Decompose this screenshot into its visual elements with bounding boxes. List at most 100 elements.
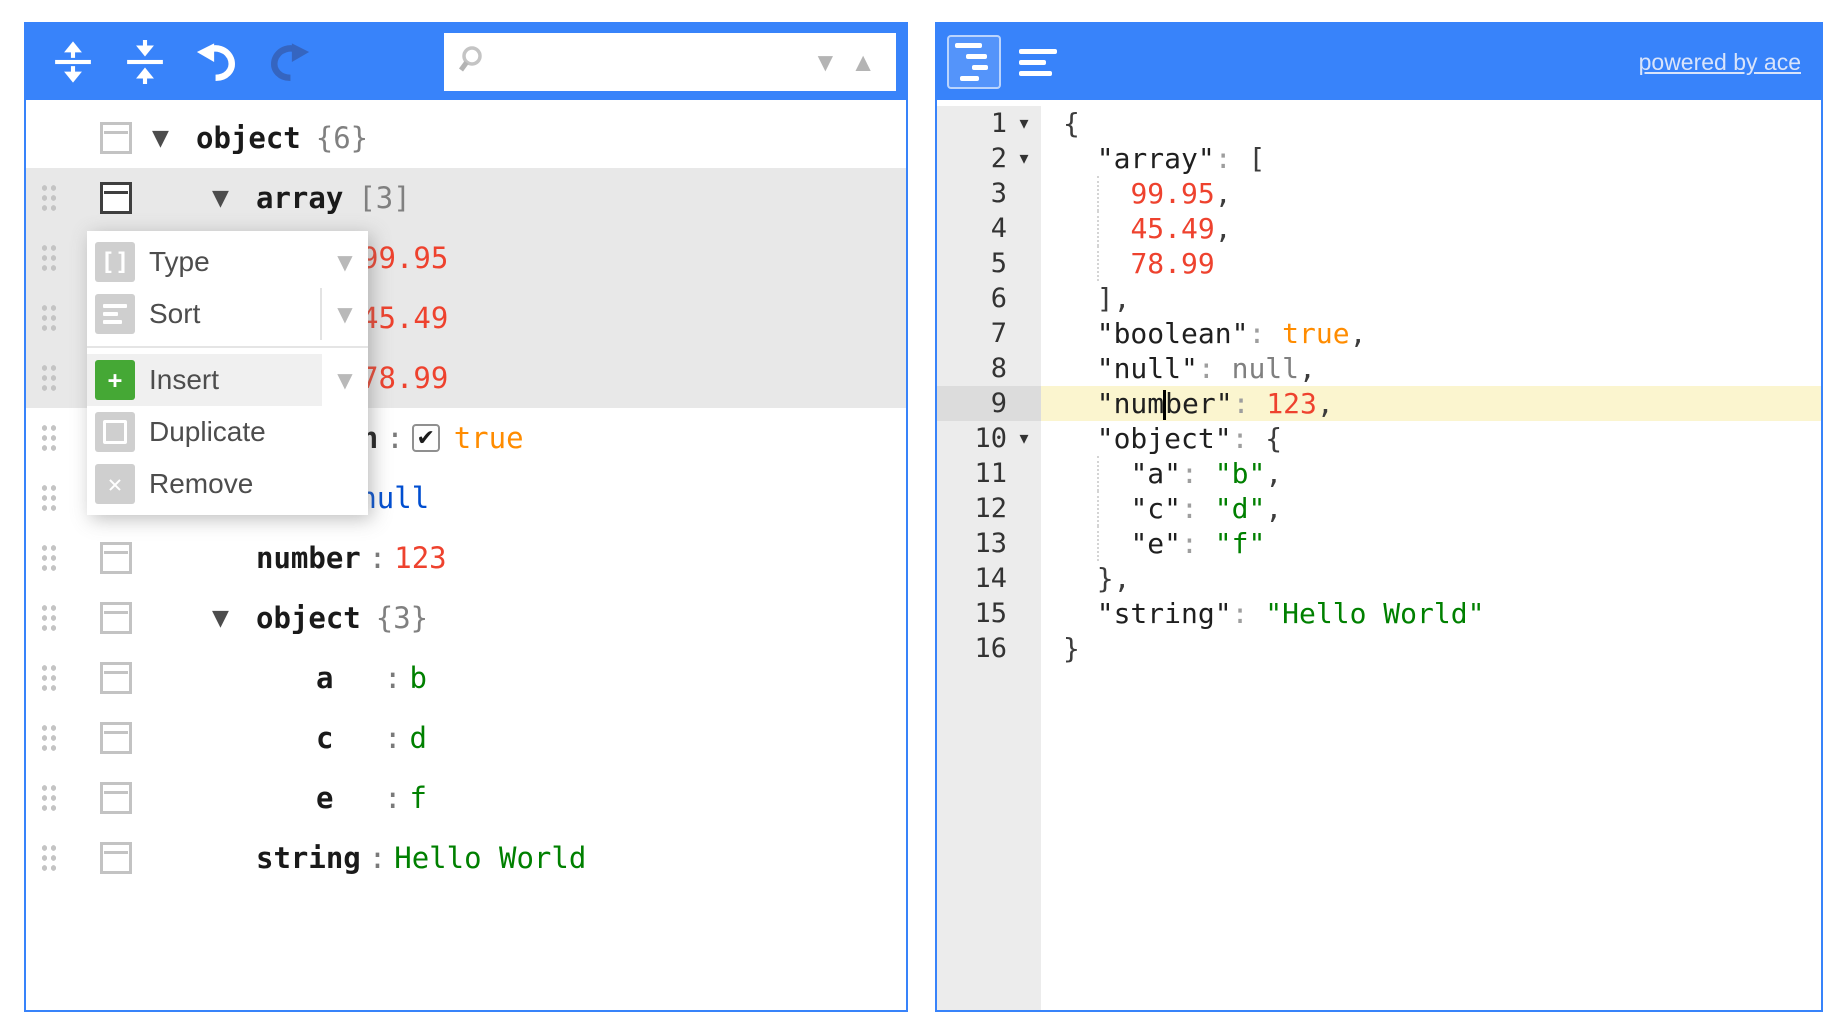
- code-line[interactable]: 4 45.49,: [937, 211, 1821, 246]
- code-line[interactable]: 1▾{: [937, 106, 1821, 141]
- gutter-cell[interactable]: 14: [937, 561, 1041, 596]
- tree-value[interactable]: 99.95: [361, 241, 448, 275]
- gutter-cell[interactable]: 16: [937, 631, 1041, 666]
- code-text[interactable]: ],: [1041, 281, 1821, 316]
- drag-handle-icon[interactable]: [40, 423, 58, 453]
- code-line[interactable]: 7 "boolean": true,: [937, 316, 1821, 351]
- code-text[interactable]: "null": null,: [1041, 351, 1821, 386]
- gutter-cell[interactable]: 13: [937, 526, 1041, 561]
- drag-handle-icon[interactable]: [40, 183, 58, 213]
- gutter-cell[interactable]: 7: [937, 316, 1041, 351]
- code-text[interactable]: "c": "d",: [1041, 491, 1821, 526]
- drag-handle-icon[interactable]: [40, 543, 58, 573]
- code-line[interactable]: 3 99.95,: [937, 176, 1821, 211]
- expand-triangle-icon[interactable]: ▼: [212, 186, 256, 211]
- node-menu-button[interactable]: [100, 542, 132, 574]
- gutter-cell[interactable]: 1▾: [937, 106, 1041, 141]
- code-line[interactable]: 9 "number": 123,: [937, 386, 1821, 421]
- drag-handle-icon[interactable]: [40, 603, 58, 633]
- code-text[interactable]: "number": 123,: [1041, 386, 1821, 421]
- tree-row[interactable]: ▼object{6}: [26, 108, 906, 168]
- code-line[interactable]: 2▾ "array": [: [937, 141, 1821, 176]
- tree-value[interactable]: d: [409, 721, 426, 755]
- fold-arrow-icon[interactable]: ▾: [1007, 106, 1041, 141]
- code-text[interactable]: "array": [: [1041, 141, 1821, 176]
- gutter-cell[interactable]: 12: [937, 491, 1041, 526]
- tree-row[interactable]: a:b: [26, 648, 906, 708]
- fold-arrow-icon[interactable]: ▾: [1007, 141, 1041, 176]
- drag-handle-icon[interactable]: [40, 363, 58, 393]
- tree-value[interactable]: f: [409, 781, 426, 815]
- node-menu-button[interactable]: [100, 182, 132, 214]
- gutter-cell[interactable]: 11: [937, 456, 1041, 491]
- code-text[interactable]: }: [1041, 631, 1821, 666]
- tree-value[interactable]: true: [454, 421, 524, 455]
- submenu-arrow-icon[interactable]: ▼: [322, 236, 368, 288]
- tree-value[interactable]: Hello World: [394, 841, 586, 875]
- context-menu-item-type[interactable]: []Type▼: [87, 236, 368, 288]
- code-line[interactable]: 12 "c": "d",: [937, 491, 1821, 526]
- gutter-cell[interactable]: 8: [937, 351, 1041, 386]
- tree-row[interactable]: e:f: [26, 768, 906, 828]
- tree-value[interactable]: b: [409, 661, 426, 695]
- code-text[interactable]: "boolean": true,: [1041, 316, 1821, 351]
- expand-triangle-icon[interactable]: ▼: [212, 606, 256, 631]
- undo-button[interactable]: [192, 37, 242, 87]
- code-line[interactable]: 16}: [937, 631, 1821, 666]
- gutter-cell[interactable]: 2▾: [937, 141, 1041, 176]
- format-button[interactable]: [947, 35, 1001, 89]
- tree-row[interactable]: number:123: [26, 528, 906, 588]
- context-menu-item-insert[interactable]: +Insert▼: [87, 354, 368, 406]
- node-menu-button[interactable]: [100, 602, 132, 634]
- code-line[interactable]: 14 },: [937, 561, 1821, 596]
- tree-row[interactable]: ▼object{3}: [26, 588, 906, 648]
- code-text[interactable]: "object": {: [1041, 421, 1821, 456]
- redo-button[interactable]: [264, 37, 314, 87]
- search-input[interactable]: [490, 39, 807, 85]
- tree-field[interactable]: string: [256, 841, 361, 875]
- drag-handle-icon[interactable]: [40, 843, 58, 873]
- tree-row[interactable]: ▼array[3]: [26, 168, 906, 228]
- search-previous-icon[interactable]: ▲: [844, 49, 882, 75]
- context-menu-item-remove[interactable]: ✕Remove: [87, 458, 368, 510]
- tree-field[interactable]: a: [316, 661, 376, 695]
- code-text[interactable]: },: [1041, 561, 1821, 596]
- code-text[interactable]: "a": "b",: [1041, 456, 1821, 491]
- submenu-arrow-icon[interactable]: ▼: [322, 354, 368, 406]
- drag-handle-icon[interactable]: [40, 783, 58, 813]
- code-line[interactable]: 13 "e": "f": [937, 526, 1821, 561]
- search-next-icon[interactable]: ▼: [807, 49, 845, 75]
- gutter-cell[interactable]: 10▾: [937, 421, 1041, 456]
- code-line[interactable]: 5 78.99: [937, 246, 1821, 281]
- expand-triangle-icon[interactable]: ▼: [152, 126, 196, 151]
- compact-button[interactable]: [1011, 35, 1065, 89]
- submenu-arrow-icon[interactable]: ▼: [320, 288, 368, 340]
- code-line[interactable]: 8 "null": null,: [937, 351, 1821, 386]
- gutter-cell[interactable]: 3: [937, 176, 1041, 211]
- tree-field[interactable]: object: [196, 121, 301, 155]
- code-text[interactable]: 45.49,: [1041, 211, 1821, 246]
- node-menu-button[interactable]: [100, 662, 132, 694]
- boolean-checkbox[interactable]: ✔: [412, 424, 440, 452]
- tree-field[interactable]: c: [316, 721, 376, 755]
- drag-handle-icon[interactable]: [40, 663, 58, 693]
- node-menu-button[interactable]: [100, 842, 132, 874]
- tree-value[interactable]: 45.49: [361, 301, 448, 335]
- collapse-all-button[interactable]: [120, 37, 170, 87]
- drag-handle-icon[interactable]: [40, 723, 58, 753]
- powered-by-ace-link[interactable]: powered by ace: [1639, 49, 1801, 76]
- ace-editor[interactable]: 1▾{2▾ "array": [3 99.95,4 45.49,5 78.996…: [937, 100, 1821, 1010]
- node-menu-button[interactable]: [100, 122, 132, 154]
- gutter-cell[interactable]: 6: [937, 281, 1041, 316]
- expand-all-button[interactable]: [48, 37, 98, 87]
- code-text[interactable]: "string": "Hello World": [1041, 596, 1821, 631]
- tree-row[interactable]: string:Hello World: [26, 828, 906, 888]
- code-line[interactable]: 15 "string": "Hello World": [937, 596, 1821, 631]
- code-line[interactable]: 11 "a": "b",: [937, 456, 1821, 491]
- drag-handle-icon[interactable]: [40, 483, 58, 513]
- context-menu-item-sort[interactable]: Sort▼: [87, 288, 368, 340]
- tree-value[interactable]: 78.99: [361, 361, 448, 395]
- code-line[interactable]: 6 ],: [937, 281, 1821, 316]
- tree-field[interactable]: number: [256, 541, 361, 575]
- code-line[interactable]: 10▾ "object": {: [937, 421, 1821, 456]
